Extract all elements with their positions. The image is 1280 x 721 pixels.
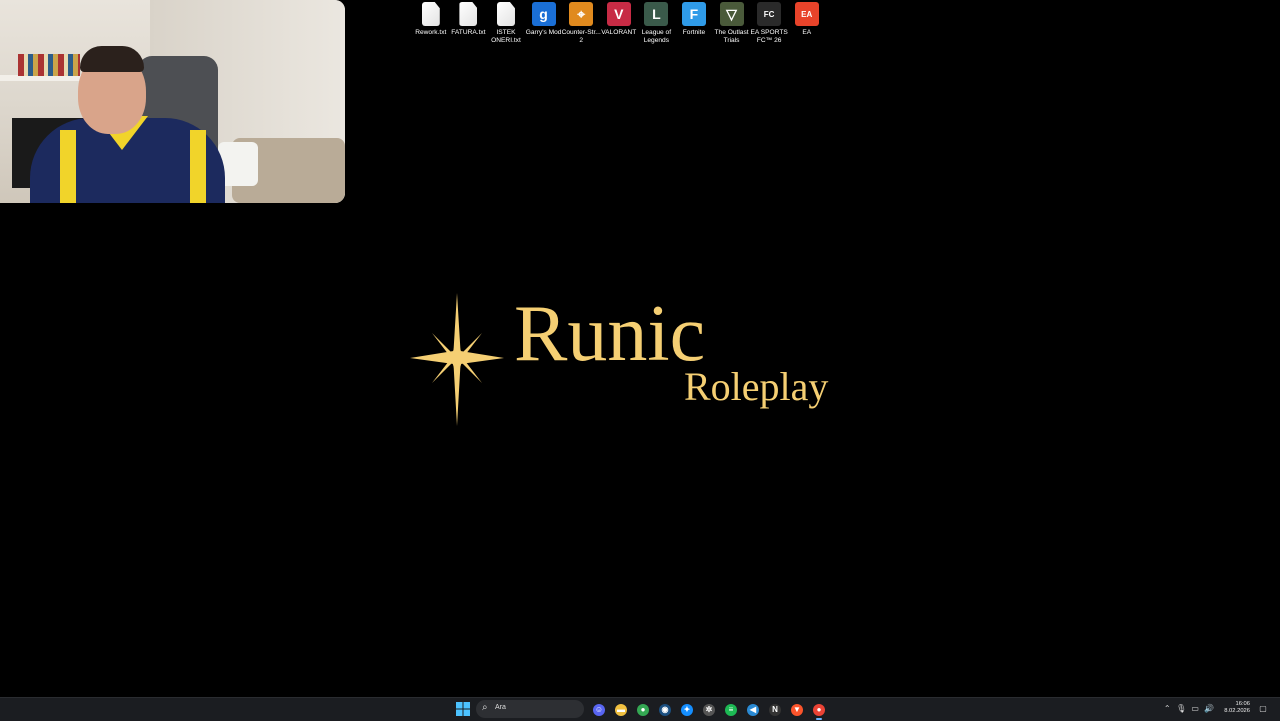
taskbar-app[interactable]: ◉ — [654, 701, 676, 718]
taskbar: ⌕ Ara ☺ ▬ ● ◉ ✦ ✲ ≡ ◀ N ▼ ● ⌃ 🎙 ▭ 🔊 16:06 8.02.202… — [0, 697, 1280, 721]
desktop-shortcut-label: Rework.txt — [415, 29, 447, 36]
taskbar-search[interactable]: ⌕ Ara — [476, 700, 584, 718]
text-file-icon — [496, 2, 515, 26]
notification-icon[interactable]: ▢ — [1256, 700, 1270, 716]
chrome-icon: ● — [637, 703, 649, 716]
battlenet-icon: ✦ — [681, 703, 693, 716]
desktop-shortcut[interactable]: EA EA — [788, 2, 826, 44]
clock-time: 16:06 — [1235, 701, 1250, 707]
desktop-shortcut[interactable]: ⌖ Counter-Str... 2 — [561, 2, 601, 44]
system-tray: ⌃ 🎙 ▭ 🔊 16:06 8.02.2026 ▢ — [1160, 700, 1270, 716]
desktop-shortcut-label: ISTEK ONERI.txt — [491, 29, 521, 44]
outlast-trials-icon: ▽ — [719, 2, 744, 26]
desktop-shortcut-label: The Outlast Trials — [714, 29, 749, 44]
desktop-shortcut[interactable]: Rework.txt — [412, 2, 450, 44]
webcam-overlay — [0, 0, 345, 203]
windows-start-icon[interactable] — [456, 702, 470, 716]
garrys-mod-icon: g — [531, 2, 556, 26]
league-of-legends-icon: L — [644, 2, 669, 26]
steam-icon: ◉ — [659, 703, 671, 716]
desktop-shortcut[interactable]: V VALORANT — [600, 2, 638, 44]
desktop-shortcut-label: EA SPORTS FC™ 26 — [750, 29, 788, 44]
text-file-icon — [421, 2, 440, 26]
brave-icon: ▼ — [791, 703, 803, 716]
webcam-shirt-stripe — [60, 130, 76, 203]
desktop-shortcut[interactable]: ▽ The Outlast Trials — [713, 2, 751, 44]
desktop-shortcut-label: VALORANT — [601, 29, 637, 36]
taskbar-app[interactable]: ≡ — [720, 701, 742, 718]
desktop-shortcut[interactable]: ISTEK ONERI.txt — [487, 2, 525, 44]
logo-subtitle: Roleplay — [684, 364, 829, 409]
counter-strike-icon: ⌖ — [569, 2, 594, 26]
webcam-shirt-stripe — [190, 130, 206, 203]
webcam-person-hair — [80, 46, 144, 72]
clock-date: 8.02.2026 — [1224, 708, 1250, 714]
desktop-shortcut[interactable]: g Garry's Mod — [525, 2, 563, 44]
file-explorer-icon: ▬ — [615, 703, 627, 716]
spotify-icon: ≡ — [725, 703, 737, 716]
volume-icon[interactable]: 🔊 — [1202, 700, 1216, 716]
webcam-books — [18, 54, 80, 76]
runic-roleplay-logo: Runic Roleplay — [410, 290, 860, 428]
desktop-shortcut[interactable]: L League of Legends — [638, 2, 676, 44]
taskbar-app[interactable]: ◀ — [742, 701, 764, 718]
taskbar-clock[interactable]: 16:06 8.02.2026 — [1224, 701, 1250, 715]
vscode-icon: ◀ — [747, 703, 759, 716]
desktop-shortcut[interactable]: FC EA SPORTS FC™ 26 — [750, 2, 788, 44]
ea-sports-fc-icon: FC — [757, 2, 782, 26]
desktop-shortcut-label: Garry's Mod — [525, 29, 562, 36]
desktop-shortcut[interactable]: F Fortnite — [675, 2, 713, 44]
desktop-shortcut-label: Counter-Str... 2 — [561, 29, 601, 44]
desktop-shortcut-label: EA — [802, 29, 812, 36]
search-placeholder: Ara — [495, 704, 506, 711]
taskbar-app[interactable]: ▼ — [786, 701, 808, 718]
text-file-icon — [459, 2, 478, 26]
taskbar-app[interactable]: ● — [632, 701, 654, 718]
discord-icon: ☺ — [593, 703, 605, 716]
search-icon: ⌕ — [482, 702, 488, 713]
valorant-icon: V — [606, 2, 631, 26]
network-icon[interactable]: ▭ — [1188, 700, 1202, 716]
desktop-shortcut-label: Fortnite — [682, 29, 706, 36]
notion-icon: N — [769, 703, 781, 716]
taskbar-app[interactable]: ✦ — [676, 701, 698, 718]
taskbar-app[interactable]: ● — [808, 701, 830, 720]
ea-icon: EA — [794, 2, 819, 26]
chevron-up-icon[interactable]: ⌃ — [1160, 700, 1174, 716]
star-icon — [410, 293, 504, 426]
microphone-icon[interactable]: 🎙 — [1174, 700, 1188, 716]
taskbar-app[interactable]: ☺ — [588, 701, 610, 718]
taskbar-app[interactable]: ✲ — [698, 701, 720, 718]
logo-title: Runic — [514, 290, 706, 378]
openai-icon: ✲ — [703, 703, 715, 716]
fortnite-icon: F — [681, 2, 706, 26]
desktop-shortcut-label: League of Legends — [641, 29, 672, 44]
desktop-shortcut[interactable]: FATURA.txt — [450, 2, 488, 44]
chrome-active-icon: ● — [813, 703, 825, 716]
taskbar-app-list: ☺ ▬ ● ◉ ✦ ✲ ≡ ◀ N ▼ ● — [588, 701, 830, 720]
taskbar-app[interactable]: N — [764, 701, 786, 718]
taskbar-app[interactable]: ▬ — [610, 701, 632, 718]
desktop-icon-row: Rework.txt FATURA.txt ISTEK ONERI.txt g Garr… — [412, 2, 826, 44]
desktop-shortcut-label: FATURA.txt — [451, 29, 486, 36]
